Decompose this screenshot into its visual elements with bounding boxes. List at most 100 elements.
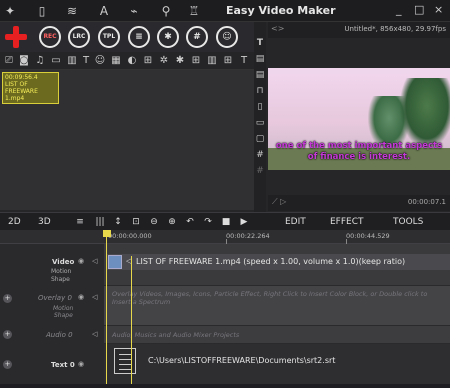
document-icon: [114, 348, 136, 374]
speaker-icon[interactable]: ◁: [92, 293, 97, 301]
ruler-mark: 00:00:44.529: [346, 232, 390, 240]
add-media-button[interactable]: [3, 24, 29, 50]
video-track-label: Video: [52, 258, 75, 266]
preview-time: 00:00:07.1: [407, 198, 446, 206]
text-a-icon[interactable]: A: [96, 3, 112, 19]
motion-label[interactable]: Motion: [51, 268, 71, 275]
audio-track[interactable]: Audio, Musics and Audio Mixer Projects: [104, 326, 450, 344]
grid-icon[interactable]: #: [186, 26, 208, 48]
eye-icon[interactable]: ◉: [78, 360, 84, 368]
text-tool-icon[interactable]: T: [255, 38, 265, 48]
fit-height-icon[interactable]: ▭: [255, 118, 265, 128]
motion-label[interactable]: Motion: [53, 305, 73, 312]
nav-arrows-icon[interactable]: <>: [271, 24, 284, 33]
restore-button[interactable]: □: [414, 3, 424, 16]
grid-disabled-icon[interactable]: #: [255, 166, 265, 176]
horizontal-scrollbar[interactable]: [0, 384, 450, 388]
title-icon[interactable]: T: [238, 54, 250, 68]
eye-icon[interactable]: ◉: [78, 257, 84, 265]
fullscreen-icon[interactable]: ▢: [255, 134, 265, 144]
tab-2d[interactable]: 2D: [8, 215, 21, 229]
rec-button[interactable]: REC: [39, 26, 61, 48]
menu-icon[interactable]: ≡: [74, 216, 86, 228]
tab-3d[interactable]: 3D: [38, 215, 51, 229]
overlay-track[interactable]: Overlay Videos, Images, Icons, Particle …: [104, 286, 450, 326]
search-icon[interactable]: ⚲: [158, 3, 174, 19]
media-clip[interactable]: 00:09:56.4 LIST OF FREEWARE 1.mp4: [2, 72, 59, 104]
text-track[interactable]: C:\Users\LISTOFFREEWARE\Documents\srt2.s…: [104, 344, 450, 388]
playhead-line[interactable]: [106, 230, 107, 388]
frame-icon[interactable]: ▭: [50, 54, 62, 68]
play-controls-icon[interactable]: ⟋ ▷: [272, 197, 286, 207]
text-icon[interactable]: T: [80, 54, 92, 68]
timeline-toolbar: 2D 3D ≡ ||| ↕ ⊡ ⊖ ⊕ ↶ ↷ ■ ▶ EDIT EFFECT …: [0, 212, 450, 230]
asterisk-icon[interactable]: ✱: [157, 26, 179, 48]
fit-icon[interactable]: ⊡: [130, 216, 142, 228]
tab-effect[interactable]: EFFECT: [330, 215, 364, 229]
shape-label[interactable]: Shape: [54, 312, 73, 319]
star-icon[interactable]: ✱: [174, 54, 186, 68]
overlay-hint: Overlay Videos, Images, Icons, Particle …: [112, 290, 428, 306]
tab-edit[interactable]: EDIT: [285, 215, 306, 229]
media-toolbar: ⎚ ◙ ♫ ▭ ▥ T ☺ ▦ ◐ ⊞ ✲ ✱ ⊞ ▥ ⊞ T: [0, 52, 254, 70]
vertical-tool-strip: T ▤ ▤ ⊓ ▯ ▭ ▢ # #: [254, 22, 266, 212]
checker-icon[interactable]: ▦: [110, 54, 122, 68]
book-icon[interactable]: ▯: [34, 3, 50, 19]
tile-icon[interactable]: ⊞: [222, 54, 234, 68]
music-icon[interactable]: ♫: [34, 54, 46, 68]
timeline-tracks[interactable]: ◁ LIST OF FREEWARE 1.mp4 (speed x 1.00, …: [104, 244, 450, 388]
video-track[interactable]: ◁ LIST OF FREEWARE 1.mp4 (speed x 1.00, …: [104, 244, 450, 286]
subtitle-line: of finance is interest.: [307, 152, 411, 162]
add-track-icon[interactable]: +: [3, 330, 12, 339]
video-clip[interactable]: ◁ LIST OF FREEWARE 1.mp4 (speed x 1.00, …: [106, 254, 450, 270]
close-button[interactable]: ×: [434, 3, 443, 16]
grid-toggle-icon[interactable]: #: [255, 150, 265, 160]
minimize-button[interactable]: _: [396, 3, 402, 16]
preview-tree: [400, 78, 450, 148]
sparkle-icon[interactable]: ✲: [158, 54, 170, 68]
tab-tools[interactable]: TOOLS: [393, 215, 423, 229]
tpl-button[interactable]: TPL: [98, 26, 120, 48]
fit-width-icon[interactable]: ▯: [255, 102, 265, 112]
film-icon[interactable]: ▥: [66, 54, 78, 68]
columns-icon[interactable]: |||: [94, 216, 106, 228]
lrc-button[interactable]: LRC: [68, 26, 90, 48]
preview-canvas[interactable]: one of the most important aspects of fin…: [268, 68, 450, 170]
camera-icon[interactable]: ◙: [18, 54, 30, 68]
play-icon[interactable]: ▶: [238, 216, 250, 228]
redo-icon[interactable]: ↷: [202, 216, 214, 228]
layers-icon[interactable]: ≋: [64, 3, 80, 19]
list-icon[interactable]: ≡: [128, 26, 150, 48]
undo-icon[interactable]: ↶: [184, 216, 196, 228]
speaker-icon[interactable]: ◁: [92, 257, 97, 265]
overlay-track-label: Overlay 0: [38, 294, 72, 302]
add-track-icon[interactable]: +: [3, 294, 12, 303]
screen-icon[interactable]: ⎚: [3, 54, 15, 68]
align-bottom-icon[interactable]: ⊓: [255, 86, 265, 96]
pattern-icon[interactable]: ⊞: [142, 54, 154, 68]
add-track-icon[interactable]: +: [3, 360, 12, 369]
stop-icon[interactable]: ■: [220, 216, 232, 228]
mosaic-icon[interactable]: ⊞: [190, 54, 202, 68]
clip-marker-line: [131, 256, 132, 388]
speaker-icon[interactable]: ◁: [92, 330, 97, 338]
project-info: Untitled*, 856x480, 29.97fps: [344, 25, 446, 33]
emoji-icon[interactable]: ☺: [94, 54, 106, 68]
clip-title: LIST OF FREEWARE 1.mp4: [5, 81, 38, 102]
brush-icon[interactable]: ⌁: [126, 3, 142, 19]
zoom-in-icon[interactable]: ⊕: [166, 216, 178, 228]
eye-icon[interactable]: ◉: [78, 293, 84, 301]
zoom-out-icon[interactable]: ⊖: [148, 216, 160, 228]
bars-icon[interactable]: ▥: [206, 54, 218, 68]
align-top-icon[interactable]: ▤: [255, 54, 265, 64]
contrast-icon[interactable]: ◐: [126, 54, 138, 68]
tshirt-icon[interactable]: ♖: [186, 3, 202, 19]
track-headers: Video ◉ ◁ Motion Shape + Overlay 0 ◉ ◁ M…: [0, 244, 104, 388]
timeline-ruler[interactable]: 00:00:00.000 00:00:22.264 00:00:44.529: [0, 230, 450, 244]
playhead-handle[interactable]: [103, 230, 111, 237]
align-middle-icon[interactable]: ▤: [255, 70, 265, 80]
magic-wand-icon[interactable]: ✦: [2, 3, 18, 19]
shape-label[interactable]: Shape: [51, 276, 70, 283]
user-icon[interactable]: ☺: [216, 26, 238, 48]
resize-icon[interactable]: ↕: [112, 216, 124, 228]
